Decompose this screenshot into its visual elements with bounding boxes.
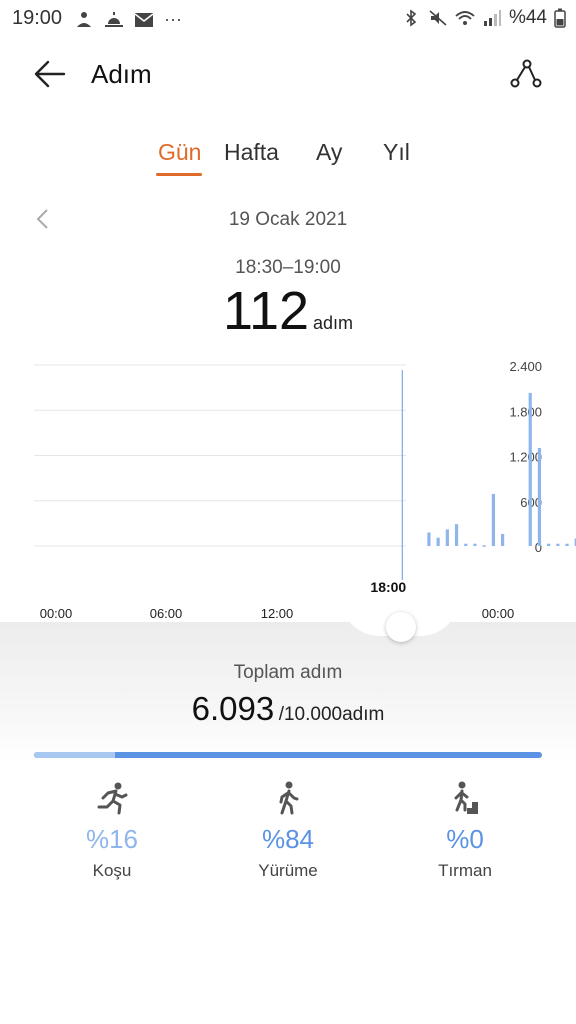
running-icon bbox=[97, 782, 128, 815]
back-button[interactable] bbox=[30, 56, 70, 92]
x-tick-label: 06:00 bbox=[150, 606, 183, 621]
tab-year[interactable]: Yıl bbox=[383, 139, 410, 166]
bluetooth-icon bbox=[406, 9, 417, 27]
selected-time-range: 18:30–19:00 bbox=[235, 257, 341, 278]
page-title: Adım bbox=[91, 59, 152, 89]
step-goal-progress bbox=[34, 752, 542, 758]
selected-value-row: 112 adım bbox=[0, 280, 576, 342]
x-tick-label: 00:00 bbox=[40, 606, 73, 621]
chart-bar bbox=[565, 543, 569, 546]
chart-bar bbox=[556, 543, 560, 546]
selected-step-count: 112 bbox=[222, 281, 310, 341]
arrow-left-icon bbox=[34, 60, 66, 88]
date-navigator: 19 Ocak 2021 bbox=[0, 200, 576, 240]
y-tick-label: 2.400 bbox=[509, 359, 542, 374]
mute-icon bbox=[429, 10, 447, 26]
mail-icon bbox=[134, 12, 154, 27]
selected-step-unit: adım bbox=[313, 313, 354, 333]
chart-bar bbox=[501, 533, 505, 546]
total-steps-row: 6.093 /10.000adım bbox=[0, 690, 576, 728]
x-tick-label: 12:00 bbox=[261, 606, 294, 621]
more-notifications-icon: ··· bbox=[164, 9, 182, 29]
route-button[interactable] bbox=[506, 56, 546, 92]
signal-icon bbox=[483, 10, 501, 26]
chart-bar bbox=[445, 529, 449, 546]
total-steps-label: Toplam adım bbox=[233, 662, 343, 683]
tab-week[interactable]: Hafta bbox=[224, 139, 279, 166]
app-header: Adım bbox=[0, 46, 576, 102]
tab-month[interactable]: Ay bbox=[316, 139, 342, 166]
current-date: 19 Ocak 2021 bbox=[228, 209, 348, 230]
chart-bar bbox=[464, 543, 468, 546]
tab-day[interactable]: Gün bbox=[158, 139, 201, 166]
y-tick-label: 1.800 bbox=[509, 404, 542, 419]
selected-x-label: 18:00 bbox=[370, 579, 406, 595]
period-tabs: Gün Hafta Ay Yıl bbox=[0, 135, 576, 181]
chart-bar bbox=[547, 543, 551, 546]
chart-bar bbox=[537, 447, 542, 546]
chart-bar bbox=[427, 532, 431, 546]
total-steps-value: 6.093 bbox=[191, 690, 275, 727]
climbing-label: Tırman bbox=[438, 861, 492, 880]
walking-icon bbox=[279, 781, 299, 815]
climbing-icon bbox=[454, 781, 478, 814]
activity-climbing: %0 Tırman bbox=[395, 780, 535, 881]
chart-bar bbox=[482, 545, 486, 547]
activity-running: %16 Koşu bbox=[42, 780, 182, 881]
chart-bar bbox=[473, 543, 477, 546]
chart-bar bbox=[454, 524, 459, 546]
walking-percent: %84 bbox=[261, 824, 315, 854]
battery-percent: %44 bbox=[508, 7, 547, 28]
system-icons: %44 bbox=[401, 7, 566, 29]
chart-bar bbox=[491, 493, 495, 546]
sunrise-icon bbox=[105, 11, 123, 27]
battery-icon bbox=[554, 8, 566, 28]
climbing-percent: %0 bbox=[446, 824, 484, 854]
activity-walking: %84 Yürüme bbox=[218, 780, 358, 881]
status-time: 19:00 bbox=[12, 7, 63, 29]
x-tick-label: 00:00 bbox=[482, 606, 515, 621]
wifi-icon bbox=[455, 11, 475, 25]
notification-icons: ··· bbox=[74, 9, 182, 30]
steps-chart-svg: 2.4001.8001.200600018:0000:0006:0012:000… bbox=[34, 359, 576, 621]
chart-bar bbox=[436, 537, 440, 546]
walking-label: Yürüme bbox=[258, 861, 318, 880]
chart-bar bbox=[528, 392, 532, 546]
status-bar: 19:00 ··· %44 bbox=[0, 0, 576, 36]
active-tab-indicator bbox=[156, 173, 202, 176]
steps-chart[interactable]: 2.4001.8001.200600018:0000:0006:0012:000… bbox=[0, 340, 576, 630]
progress-highlight bbox=[34, 752, 116, 758]
running-percent: %16 bbox=[85, 824, 139, 854]
y-tick-label: 1.200 bbox=[509, 450, 542, 465]
route-icon bbox=[510, 59, 542, 88]
running-label: Koşu bbox=[92, 861, 132, 880]
meditation-icon bbox=[77, 11, 91, 27]
chart-slider-handle[interactable] bbox=[386, 612, 416, 642]
step-goal: /10.000adım bbox=[278, 704, 385, 725]
